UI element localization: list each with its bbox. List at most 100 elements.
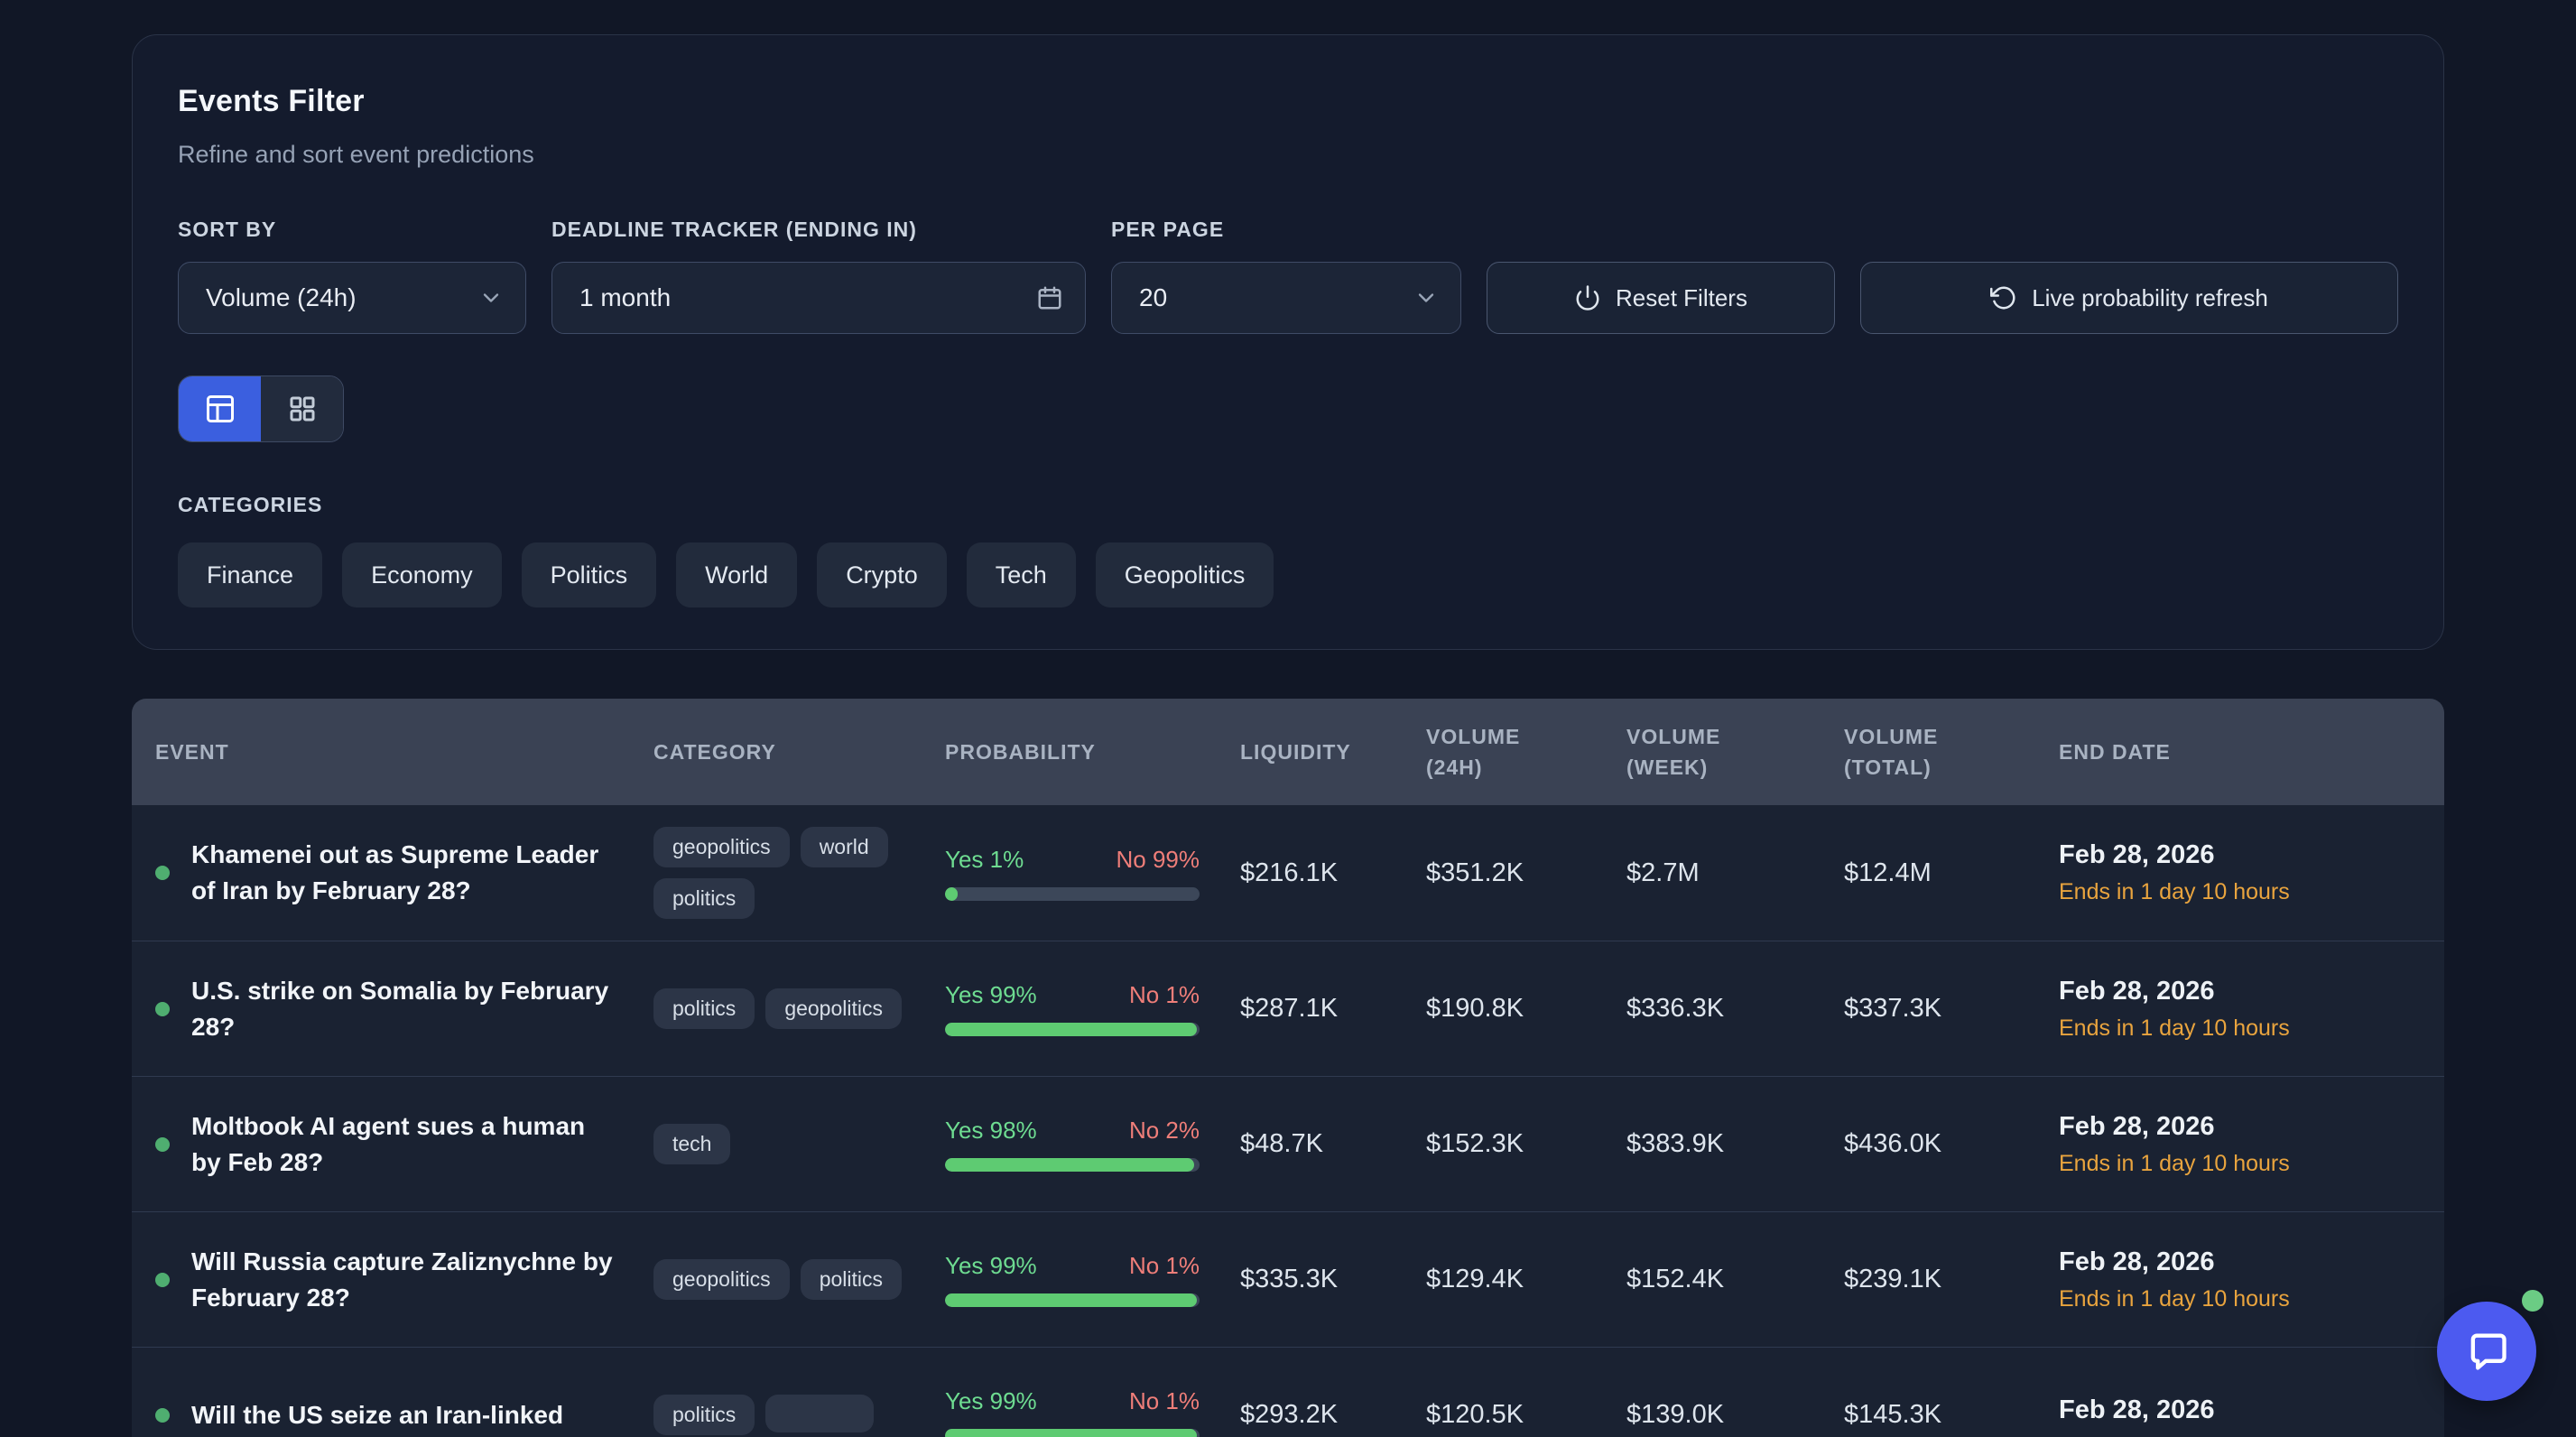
category-tag[interactable]: politics — [653, 878, 755, 919]
filter-controls-row: SORT BY Volume (24h) DEADLINE TRACKER (E… — [178, 218, 2398, 334]
category-tag[interactable]: geopolitics — [765, 988, 902, 1029]
no-probability: No 1% — [1129, 1387, 1200, 1415]
deadline-field[interactable]: 1 month — [551, 262, 1086, 334]
liquidity-value: $335.3K — [1240, 1265, 1426, 1294]
yes-probability: Yes 1% — [945, 846, 1024, 874]
rotate-ccw-icon — [1990, 284, 2017, 311]
events-table: EVENT CATEGORY PROBABILITY LIQUIDITY VOL… — [132, 699, 2444, 1437]
page-subtitle: Refine and sort event predictions — [178, 141, 2398, 169]
page-title: Events Filter — [178, 84, 2398, 119]
category-tag[interactable]: politics — [801, 1259, 902, 1300]
ends-in-countdown: Ends in 1 day 10 hours — [2059, 879, 2421, 905]
sort-by-value: Volume (24h) — [206, 283, 357, 312]
category-chip[interactable]: Geopolitics — [1096, 542, 1274, 607]
no-probability: No 2% — [1129, 1117, 1200, 1145]
liquidity-value: $287.1K — [1240, 994, 1426, 1024]
end-date: Feb 28, 2026 — [2059, 977, 2421, 1006]
calendar-icon — [1036, 284, 1063, 311]
volume-total-value: $436.0K — [1844, 1129, 2059, 1159]
table-row[interactable]: U.S. strike on Somalia by February 28? p… — [132, 941, 2444, 1076]
table-row[interactable]: Will Russia capture Zaliznychne by Febru… — [132, 1211, 2444, 1347]
probability-bar-fill — [945, 1293, 1197, 1307]
per-page-select[interactable]: 20 — [1111, 262, 1461, 334]
live-indicator-dot — [155, 1137, 170, 1152]
event-cell: Will the US seize an Iran-linked — [155, 1397, 653, 1433]
volume-total-value: $337.3K — [1844, 994, 2059, 1024]
reset-filters-label: Reset Filters — [1616, 284, 1747, 312]
event-title: U.S. strike on Somalia by February 28? — [191, 973, 616, 1045]
category-tag[interactable]: world — [801, 827, 888, 867]
category-chip[interactable]: Politics — [522, 542, 657, 607]
volume-total-value: $12.4M — [1844, 858, 2059, 888]
category-tag[interactable]: tech — [653, 1124, 730, 1164]
category-chip[interactable]: Economy — [342, 542, 502, 607]
table-row[interactable]: Khamenei out as Supreme Leader of Iran b… — [132, 805, 2444, 941]
no-probability: No 99% — [1117, 846, 1200, 874]
probability-bar — [945, 887, 1200, 901]
yes-probability: Yes 98% — [945, 1117, 1037, 1145]
probability-labels: Yes 99% No 1% — [945, 981, 1200, 1009]
column-header-probability: PROBABILITY — [945, 740, 1240, 765]
yes-probability: Yes 99% — [945, 981, 1037, 1009]
category-chip[interactable]: Crypto — [817, 542, 947, 607]
end-date: Feb 28, 2026 — [2059, 1247, 2421, 1277]
category-tag[interactable]: geopolitics — [653, 1259, 790, 1300]
probability-cell: Yes 99% No 1% — [945, 1252, 1200, 1307]
event-cell: Khamenei out as Supreme Leader of Iran b… — [155, 837, 653, 909]
live-probability-refresh-label: Live probability refresh — [2032, 284, 2268, 312]
column-header-volume-24h: VOLUME (24H) — [1426, 721, 1561, 783]
grid-view-toggle[interactable] — [261, 376, 343, 441]
category-chip[interactable]: Tech — [967, 542, 1076, 607]
live-indicator-dot — [155, 1408, 170, 1423]
event-cell: Moltbook AI agent sues a human by Feb 28… — [155, 1108, 653, 1181]
category-tag[interactable]: geopolitics — [653, 827, 790, 867]
sort-by-group: SORT BY Volume (24h) — [178, 218, 526, 334]
table-layout-icon — [204, 393, 236, 425]
live-indicator-dot — [155, 1002, 170, 1016]
category-tags: geopolitics world politics — [653, 827, 917, 919]
probability-bar-fill — [945, 1429, 1197, 1437]
chat-button[interactable] — [2437, 1302, 2536, 1401]
category-chip[interactable]: Finance — [178, 542, 322, 607]
event-cell: Will Russia capture Zaliznychne by Febru… — [155, 1244, 653, 1316]
event-title: Moltbook AI agent sues a human by Feb 28… — [191, 1108, 616, 1181]
column-header-volume-week: VOLUME (WEEK) — [1626, 721, 1762, 783]
table-row[interactable]: Will the US seize an Iran-linked politic… — [132, 1347, 2444, 1437]
reset-filters-button[interactable]: Reset Filters — [1487, 262, 1835, 334]
live-indicator-dot — [155, 1273, 170, 1287]
power-icon — [1574, 284, 1601, 311]
category-tag[interactable]: politics — [653, 1395, 755, 1435]
event-title: Will Russia capture Zaliznychne by Febru… — [191, 1244, 616, 1316]
categories-label: CATEGORIES — [178, 493, 2398, 517]
ends-in-countdown: Ends in 1 day 10 hours — [2059, 1015, 2421, 1042]
no-probability: No 1% — [1129, 1252, 1200, 1280]
table-view-toggle[interactable] — [179, 376, 261, 441]
sort-by-select[interactable]: Volume (24h) — [178, 262, 526, 334]
volume-24h-value: $351.2K — [1426, 858, 1626, 888]
column-header-end-date: END DATE — [2059, 740, 2421, 765]
table-body: Khamenei out as Supreme Leader of Iran b… — [132, 805, 2444, 1437]
category-tag[interactable]: politics — [653, 988, 755, 1029]
ends-in-countdown: Ends in 1 day 10 hours — [2059, 1286, 2421, 1312]
category-tag-partial[interactable] — [765, 1395, 874, 1432]
probability-bar — [945, 1023, 1200, 1036]
deadline-value: 1 month — [579, 283, 671, 312]
end-date: Feb 28, 2026 — [2059, 1395, 2421, 1425]
category-chip[interactable]: World — [676, 542, 797, 607]
live-probability-refresh-button[interactable]: Live probability refresh — [1860, 262, 2398, 334]
column-header-liquidity: LIQUIDITY — [1240, 740, 1426, 765]
volume-total-value: $145.3K — [1844, 1400, 2059, 1430]
ends-in-countdown: Ends in 1 day 10 hours — [2059, 1151, 2421, 1177]
category-tags: geopolitics politics — [653, 1259, 917, 1300]
volume-week-value: $152.4K — [1626, 1265, 1844, 1294]
grid-icon — [286, 393, 319, 425]
table-header-row: EVENT CATEGORY PROBABILITY LIQUIDITY VOL… — [132, 699, 2444, 805]
table-row[interactable]: Moltbook AI agent sues a human by Feb 28… — [132, 1076, 2444, 1211]
per-page-group: PER PAGE 20 — [1111, 218, 1461, 334]
event-title: Khamenei out as Supreme Leader of Iran b… — [191, 837, 616, 909]
probability-cell: Yes 1% No 99% — [945, 846, 1200, 901]
volume-24h-value: $152.3K — [1426, 1129, 1626, 1159]
volume-24h-value: $120.5K — [1426, 1400, 1626, 1430]
volume-week-value: $2.7M — [1626, 858, 1844, 888]
probability-labels: Yes 98% No 2% — [945, 1117, 1200, 1145]
